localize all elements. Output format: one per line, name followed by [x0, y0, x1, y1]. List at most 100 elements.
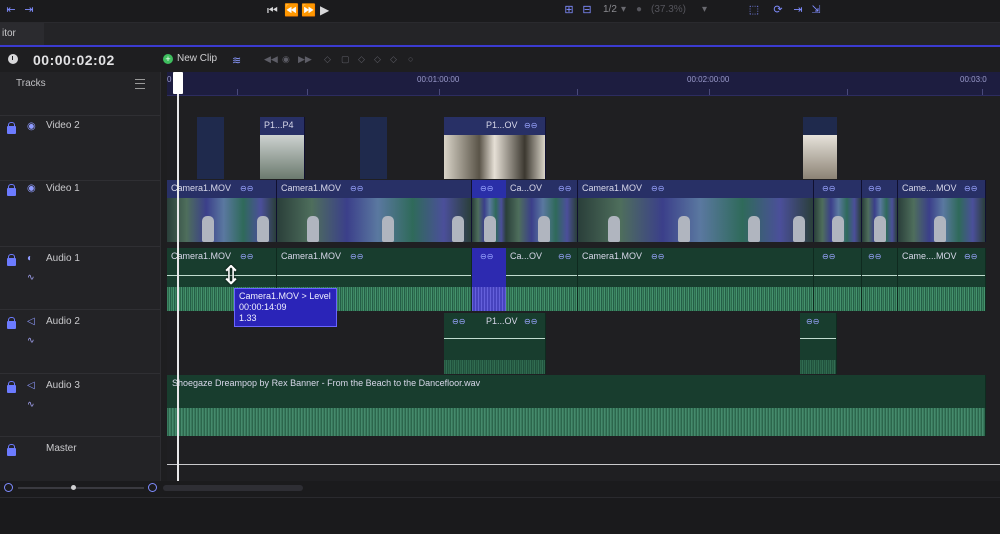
keyframe-right-icon[interactable]: ◇ [390, 54, 397, 65]
timeline-area[interactable]: 0 00:01:00:00 00:02:00:00 00:03:0 P1...P… [167, 72, 1000, 490]
lock-icon[interactable] [7, 254, 16, 266]
clip-thumbnail [260, 135, 304, 179]
fullscreen-icon[interactable]: ⇲ [809, 4, 823, 16]
zoom-dropdown-chevron-icon[interactable]: ▾ [702, 4, 707, 15]
eye-icon[interactable]: ◉ [27, 122, 36, 132]
video2-clip-3[interactable] [803, 117, 837, 179]
video2-clip-2[interactable]: P1...OV ⊖⊖ [444, 117, 546, 179]
volume-level-line[interactable] [277, 275, 471, 276]
volume-level-line[interactable] [862, 275, 897, 276]
audio1-clip-3[interactable]: Ca...OV ⊖⊖ [506, 248, 578, 311]
audio3-music-clip[interactable]: Shoegaze Dreampop by Rex Banner - From t… [167, 375, 986, 436]
skip-to-start-icon[interactable]: ⏮ [267, 3, 278, 17]
video1-clip-3[interactable]: Ca...OV ⊖⊖ [506, 180, 578, 242]
clip-thumbnail [862, 198, 897, 242]
link-icon: ⊖⊖ [558, 184, 572, 193]
lock-icon[interactable] [7, 317, 16, 329]
square-marker-icon[interactable]: ▢ [341, 54, 350, 65]
circle-marker-icon[interactable]: ○ [408, 54, 413, 64]
audio1-clip-6[interactable]: ⊖⊖ [862, 248, 898, 311]
lock-icon[interactable] [7, 444, 16, 456]
video2-gap-clip[interactable] [197, 117, 224, 179]
chevron-down-icon[interactable]: ▾ [621, 4, 626, 15]
zoom-ratio-select[interactable]: 1/2 [603, 4, 617, 15]
current-timecode[interactable]: 00:00:02:02 [33, 52, 115, 68]
video1-clip-1[interactable]: Camera1.MOV ⊖⊖ [167, 180, 277, 242]
volume-level-line[interactable] [800, 338, 836, 339]
volume-level-line[interactable] [898, 275, 985, 276]
audio1-clip-selected[interactable]: ⊖⊖ [472, 248, 506, 311]
next-keyframe-icon[interactable]: ▶▶ [298, 54, 312, 65]
time-ruler[interactable]: 0 00:01:00:00 00:02:00:00 00:03:0 [167, 72, 1000, 96]
zoom-percent[interactable]: (37.3%) [651, 4, 686, 15]
video1-clip-7[interactable]: Came....MOV ⊖⊖ [898, 180, 986, 242]
clip-title: Ca...OV [510, 251, 543, 261]
previous-keyframe-icon[interactable]: ◀◀ [264, 54, 278, 65]
audio2-clip-2[interactable]: ⊖⊖ [800, 313, 837, 374]
export-icon[interactable]: ⇥ [791, 4, 805, 16]
link-icon: ⊖⊖ [240, 252, 254, 261]
playhead[interactable] [177, 72, 179, 490]
lock-icon[interactable] [7, 381, 16, 393]
waveform-icon[interactable]: ∿ [27, 336, 35, 345]
volume-level-line[interactable] [506, 275, 577, 276]
master-level-line[interactable] [167, 464, 1000, 465]
timeline-bottom-bar [0, 481, 1000, 497]
hamburger-menu-icon[interactable] [135, 79, 145, 89]
link-icon: ⊖⊖ [452, 317, 466, 326]
video2-gap-clip[interactable] [360, 117, 387, 179]
link-icon: ⊖⊖ [350, 252, 364, 261]
volume-level-line[interactable] [814, 275, 861, 276]
keyframe-left-icon[interactable]: ◇ [358, 54, 365, 65]
audio1-clip-4[interactable]: Camera1.MOV ⊖⊖ [578, 248, 814, 311]
video2-clip-1[interactable]: P1...P4 [260, 117, 305, 179]
add-keyframe-icon[interactable]: ◉ [282, 54, 290, 65]
waveform-icon[interactable]: ∿ [27, 400, 35, 409]
horizontal-scrollbar[interactable] [163, 485, 303, 491]
video1-clip-6[interactable]: ⊖⊖ [862, 180, 898, 242]
viewer-layout-alt-icon[interactable]: ⊟ [580, 4, 594, 16]
sidebar-toggle-icon[interactable]: ⇤ [4, 4, 18, 16]
audio2-clip-1[interactable]: ⊖⊖ P1...OV ⊖⊖ [444, 313, 546, 374]
audio1-clip-5[interactable]: ⊖⊖ [814, 248, 862, 311]
track-header-video-2[interactable]: ◉ Video 2 [0, 115, 160, 181]
speaker-icon[interactable]: ◐ [27, 254, 33, 264]
track-header-video-1[interactable]: ◉ Video 1 [0, 180, 160, 247]
speaker-muted-icon[interactable]: ◁ [27, 381, 35, 391]
zoom-slider[interactable] [18, 487, 144, 489]
play-icon[interactable]: ▶ [320, 3, 329, 17]
video1-clip-5[interactable]: ⊖⊖ [814, 180, 862, 242]
import-icon[interactable]: ⇥ [22, 4, 36, 16]
video1-clip-2[interactable]: Camera1.MOV ⊖⊖ [277, 180, 472, 242]
lock-icon[interactable] [7, 122, 16, 134]
video1-clip-4[interactable]: Camera1.MOV ⊖⊖ [578, 180, 814, 242]
tab-editor[interactable]: itor [0, 23, 44, 45]
playhead-handle[interactable] [173, 72, 183, 94]
loop-icon[interactable]: ⟳ [771, 4, 785, 16]
zoom-in-icon[interactable] [148, 483, 157, 492]
crop-icon[interactable]: ⬚ [747, 4, 761, 16]
waveform-icon[interactable]: ∿ [27, 273, 35, 282]
volume-level-line[interactable] [444, 338, 545, 339]
track-header-audio-3[interactable]: ◁ Audio 3 ∿ [0, 373, 160, 437]
lock-icon[interactable] [7, 184, 16, 196]
volume-level-line[interactable] [578, 275, 813, 276]
snap-icon[interactable]: ≋ [232, 54, 241, 67]
zoom-slider-handle[interactable] [71, 485, 76, 490]
track-header-audio-2[interactable]: ◁ Audio 2 ∿ [0, 309, 160, 374]
clip-thumbnail [506, 198, 577, 242]
step-forward-icon[interactable]: ⏩ [301, 3, 316, 17]
clip-title: Camera1.MOV [281, 251, 342, 261]
step-back-icon[interactable]: ⏪ [284, 3, 299, 17]
keyframe-center-icon[interactable]: ◇ [374, 54, 381, 65]
new-clip-button[interactable]: + New Clip [163, 53, 217, 64]
track-header-audio-1[interactable]: ◐ Audio 1 ∿ [0, 246, 160, 310]
speaker-muted-icon[interactable]: ◁ [27, 317, 35, 327]
clip-thumbnail [277, 198, 471, 242]
eye-icon[interactable]: ◉ [27, 184, 36, 194]
audio1-clip-7[interactable]: Came....MOV ⊖⊖ [898, 248, 986, 311]
zoom-out-icon[interactable] [4, 483, 13, 492]
diamond-icon[interactable]: ◇ [324, 54, 331, 65]
video1-clip-selected[interactable]: ⊖⊖ [472, 180, 506, 242]
viewer-layout-icon[interactable]: ⊞ [562, 4, 576, 16]
